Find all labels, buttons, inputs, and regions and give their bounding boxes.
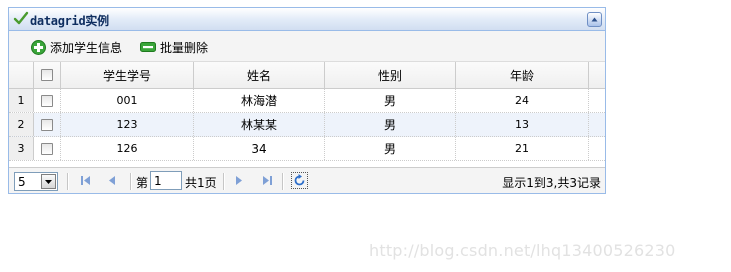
- cell-id: 001: [61, 89, 194, 112]
- row-select-cell: [34, 89, 61, 112]
- collapse-up-icon: [591, 17, 598, 22]
- page-prefix: 第: [136, 176, 149, 190]
- green-plus-icon: [31, 39, 46, 55]
- toolbar: 添加学生信息 批量删除: [9, 31, 605, 62]
- cell-gender: 男: [325, 89, 456, 112]
- row-number: 1: [9, 89, 34, 112]
- pager-separator: [67, 173, 69, 190]
- dropdown-arrow[interactable]: [41, 174, 56, 189]
- cell-name: 林某某: [194, 113, 325, 136]
- row-checkbox[interactable]: [41, 142, 53, 155]
- rownum-header: [9, 62, 34, 88]
- chevron-down-icon: [45, 180, 52, 184]
- cell-name: 34: [194, 137, 325, 160]
- page-number-input[interactable]: [150, 171, 182, 190]
- check-icon: [13, 11, 29, 25]
- select-all-checkbox[interactable]: [41, 69, 53, 81]
- col-header-name[interactable]: 姓名: [194, 62, 325, 88]
- row-select-cell: [34, 137, 61, 160]
- first-page-icon[interactable]: [80, 175, 91, 186]
- table-row[interactable]: 2 123 林某某 男 13: [9, 113, 605, 137]
- select-all-cell: [34, 62, 61, 88]
- cell-id: 123: [61, 113, 194, 136]
- page-total: 共1页: [185, 176, 217, 190]
- grid-header: 学生学号 姓名 性别 年龄: [9, 62, 605, 89]
- add-student-button[interactable]: 添加学生信息: [31, 38, 122, 56]
- pager-separator: [282, 173, 284, 190]
- add-student-label: 添加学生信息: [50, 40, 123, 55]
- next-page-icon[interactable]: [235, 175, 244, 186]
- refresh-button[interactable]: [291, 172, 308, 189]
- cell-age: 24: [456, 89, 589, 112]
- row-number: 2: [9, 113, 34, 136]
- refresh-icon: [294, 174, 305, 186]
- last-page-icon[interactable]: [262, 175, 273, 186]
- datagrid-panel: datagrid实例 添加学生信息 批量删除 学生学号 姓名 性别 年龄 1 0…: [8, 7, 606, 194]
- col-header-id[interactable]: 学生学号: [61, 62, 194, 88]
- green-minus-icon: [140, 42, 156, 52]
- pager-separator: [130, 173, 132, 190]
- row-checkbox[interactable]: [41, 118, 53, 131]
- record-info: 显示1到3,共3记录: [502, 176, 601, 190]
- panel-header: datagrid实例: [9, 8, 605, 31]
- cell-age: 13: [456, 113, 589, 136]
- row-number: 3: [9, 137, 34, 160]
- row-select-cell: [34, 113, 61, 136]
- page-size-select[interactable]: 5: [14, 172, 58, 191]
- page-size-value: 5: [18, 175, 26, 189]
- cell-name: 林海潜: [194, 89, 325, 112]
- collapse-button[interactable]: [587, 12, 602, 27]
- row-checkbox[interactable]: [41, 94, 53, 107]
- batch-delete-label: 批量删除: [160, 40, 209, 55]
- col-header-gender[interactable]: 性别: [325, 62, 456, 88]
- prev-page-icon[interactable]: [107, 175, 116, 186]
- pager-separator: [223, 173, 225, 190]
- pagination-bar: 5 第 共1页 显示1到3,共3记录: [9, 167, 605, 193]
- table-row[interactable]: 1 001 林海潜 男 24: [9, 89, 605, 113]
- cell-gender: 男: [325, 113, 456, 136]
- table-row[interactable]: 3 126 34 男 21: [9, 137, 605, 161]
- watermark-url: http://blog.csdn.net/lhq13400526230: [369, 241, 676, 260]
- col-header-age[interactable]: 年龄: [456, 62, 589, 88]
- cell-age: 21: [456, 137, 589, 160]
- batch-delete-button[interactable]: 批量删除: [140, 38, 208, 56]
- cell-id: 126: [61, 137, 194, 160]
- panel-title: datagrid实例: [30, 14, 109, 28]
- cell-gender: 男: [325, 137, 456, 160]
